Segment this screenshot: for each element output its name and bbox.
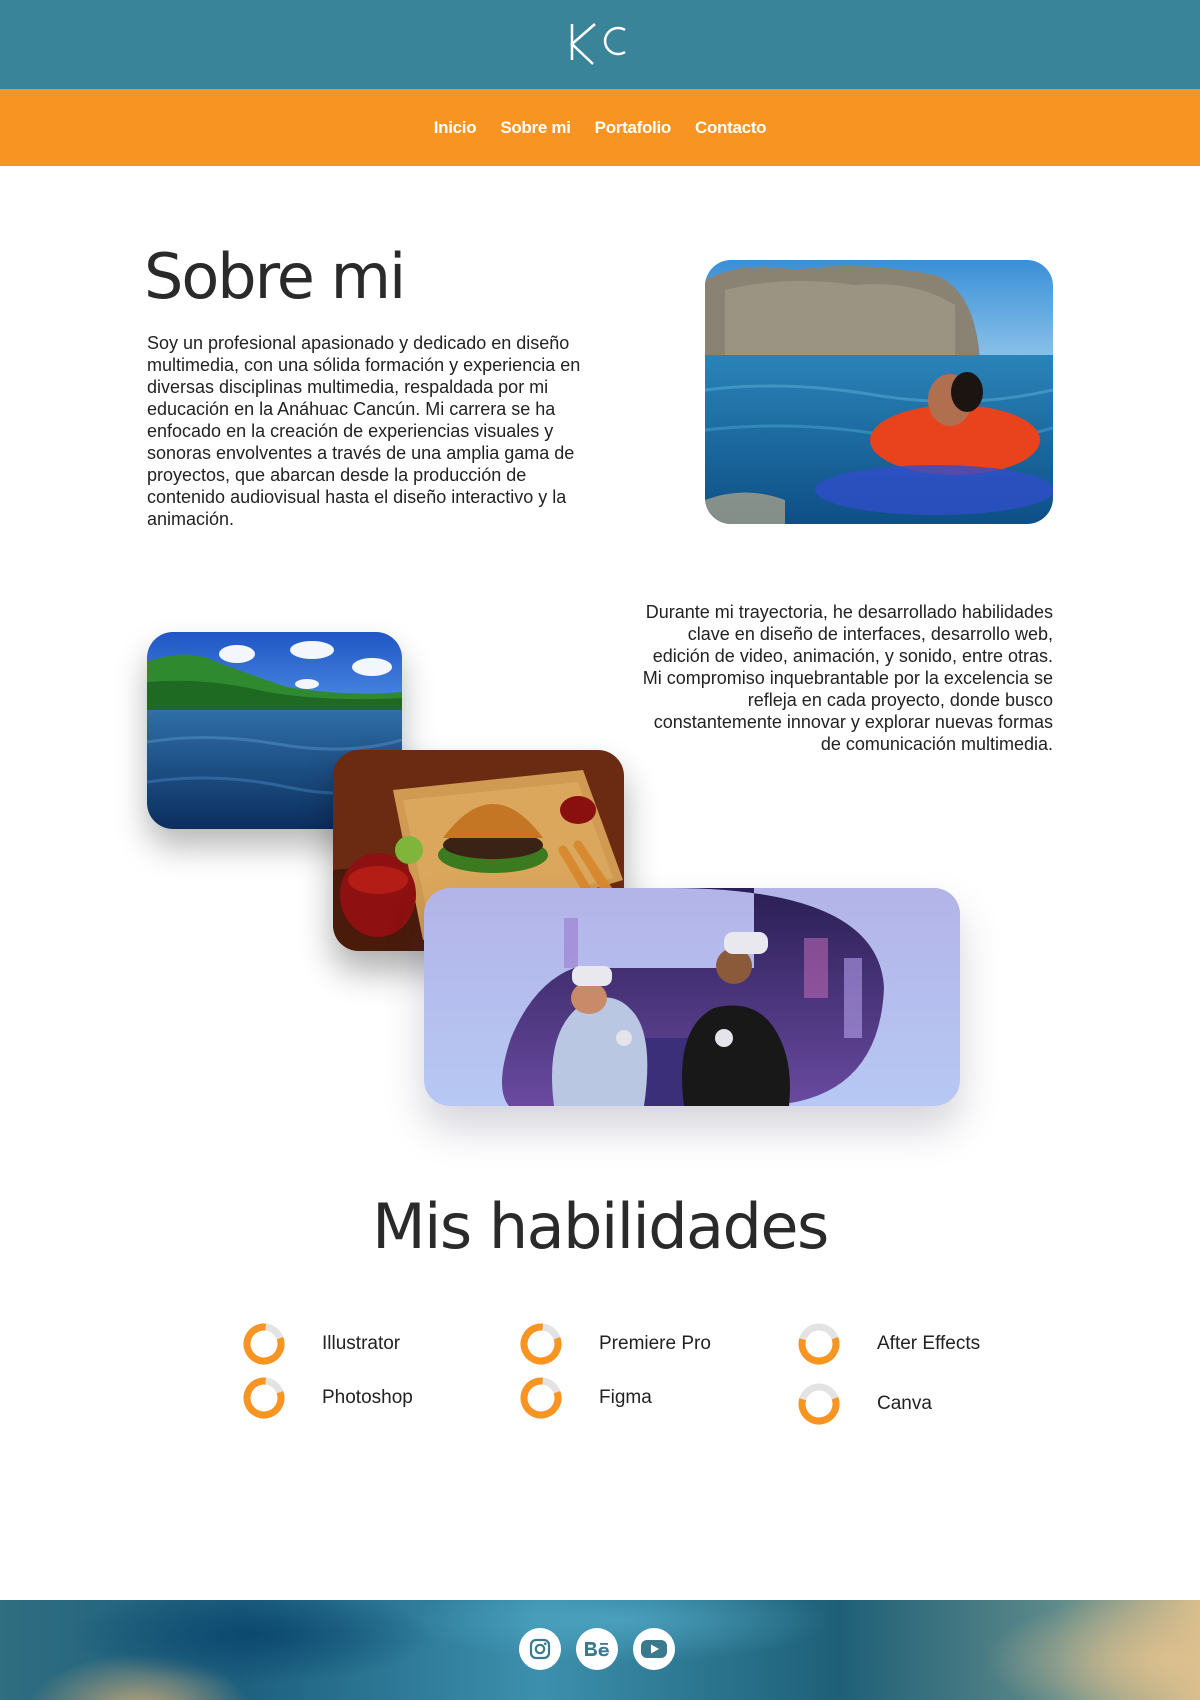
progress-ring-fill <box>243 1377 285 1419</box>
about-paragraph-1: Soy un profesional apasionado y dedicado… <box>147 333 581 529</box>
photo-vr <box>424 888 960 1106</box>
progress-ring-fill <box>520 1323 562 1365</box>
skill-photoshop: Photoshop <box>242 1376 413 1420</box>
nav-inicio[interactable]: Inicio <box>434 118 477 138</box>
skill-canva: Canva <box>797 1382 932 1426</box>
skill-figma: Figma <box>519 1376 652 1420</box>
skill-label: Canva <box>877 1393 932 1414</box>
nav-contacto[interactable]: Contacto <box>695 118 767 138</box>
nav-sobre-mi[interactable]: Sobre mi <box>500 118 571 138</box>
youtube-icon <box>641 1640 667 1658</box>
skill-label: Figma <box>599 1387 652 1408</box>
youtube-link[interactable] <box>633 1628 675 1670</box>
progress-ring <box>243 1377 285 1419</box>
kc-logo[interactable] <box>565 18 635 68</box>
progress-ring-fill <box>520 1377 562 1419</box>
instagram-icon <box>529 1638 551 1660</box>
skill-label: After Effects <box>877 1333 981 1354</box>
behance-link[interactable] <box>576 1628 618 1670</box>
skill-label: Photoshop <box>322 1387 413 1408</box>
progress-ring-fill <box>243 1323 285 1365</box>
progress-ring <box>520 1377 562 1419</box>
skill-illustrator: Illustrator <box>242 1322 400 1366</box>
main-nav: Inicio Sobre mi Portafolio Contacto <box>0 89 1200 166</box>
progress-ring <box>798 1323 840 1365</box>
skills-title: Mis habilidades <box>372 1190 829 1263</box>
progress-ring <box>520 1323 562 1365</box>
progress-ring <box>798 1383 840 1425</box>
about-paragraph-2: Durante mi trayectoria, he desarrollado … <box>642 602 1053 754</box>
photo-swimming <box>705 260 1053 524</box>
instagram-link[interactable] <box>519 1628 561 1670</box>
skill-after-effects: After Effects <box>797 1322 980 1366</box>
header-bar <box>0 0 1200 89</box>
skill-label: Premiere Pro <box>599 1333 711 1354</box>
behance-icon <box>585 1642 609 1657</box>
nav-portafolio[interactable]: Portafolio <box>595 118 672 138</box>
skill-label: Illustrator <box>322 1333 401 1354</box>
skill-premiere-pro: Premiere Pro <box>519 1322 711 1366</box>
about-title: Sobre mi <box>144 240 406 313</box>
progress-ring <box>243 1323 285 1365</box>
